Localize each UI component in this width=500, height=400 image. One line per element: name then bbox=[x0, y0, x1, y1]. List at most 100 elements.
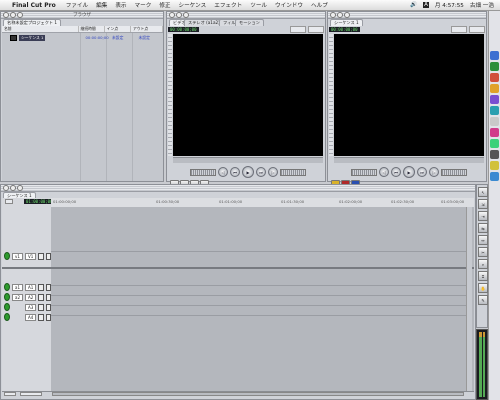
viewer-titlebar[interactable] bbox=[167, 12, 325, 19]
dock-app-icon[interactable] bbox=[490, 172, 499, 181]
zoom-icon[interactable] bbox=[17, 12, 23, 18]
browser-list[interactable]: シーケンス 1 00:00:00;00 未設定 未設定 bbox=[2, 33, 163, 181]
viewer-scrubber[interactable] bbox=[173, 157, 323, 163]
timeline-horizontal-scrollbar[interactable] bbox=[52, 392, 464, 396]
play-around-icon[interactable]: ▷ bbox=[429, 167, 439, 177]
dock-app-icon[interactable] bbox=[490, 150, 499, 159]
crop-tool-icon[interactable]: ⌗ bbox=[478, 271, 488, 281]
canvas-scrubber[interactable] bbox=[334, 157, 484, 163]
track-source[interactable]: a2 bbox=[12, 293, 24, 301]
minimize-icon[interactable] bbox=[176, 12, 182, 18]
menu-file[interactable]: ファイル bbox=[66, 1, 88, 9]
track-dest[interactable]: V1 bbox=[24, 252, 37, 260]
dock-app-icon[interactable] bbox=[490, 95, 499, 104]
close-icon[interactable] bbox=[3, 12, 9, 18]
play-around-icon[interactable]: ▷ bbox=[268, 167, 278, 177]
rt-menu-button[interactable] bbox=[5, 199, 13, 204]
hand-tool-icon[interactable]: ✋ bbox=[478, 283, 488, 293]
lock-icon[interactable] bbox=[38, 313, 44, 321]
tab-canvas-sequence[interactable]: シーケンス 1 bbox=[330, 19, 363, 26]
close-icon[interactable] bbox=[330, 12, 336, 18]
canvas-titlebar[interactable] bbox=[328, 12, 486, 19]
minimize-icon[interactable] bbox=[10, 185, 16, 191]
viewer-timecode[interactable]: 00:00:00;00 bbox=[168, 27, 199, 32]
track-dest[interactable]: A3 bbox=[25, 303, 37, 311]
play-icon[interactable]: ▶ bbox=[242, 166, 254, 178]
timeline-timecode[interactable]: 01:00:00;00 bbox=[24, 199, 55, 204]
menu-modify[interactable]: 修正 bbox=[159, 1, 170, 9]
menu-view[interactable]: 表示 bbox=[115, 1, 126, 9]
track-visibility-icon[interactable] bbox=[4, 303, 11, 311]
user-name[interactable]: 古畑 一浩 bbox=[470, 1, 494, 9]
next-edit-icon[interactable]: ⏭ bbox=[417, 167, 427, 177]
sequence-name[interactable]: シーケンス 1 bbox=[19, 35, 46, 41]
razor-tool-icon[interactable]: ✂ bbox=[478, 247, 488, 257]
view-popup[interactable] bbox=[469, 26, 485, 33]
roll-tool-icon[interactable]: ⇆ bbox=[478, 223, 488, 233]
timeline-titlebar[interactable] bbox=[1, 185, 475, 192]
dock-app-icon[interactable] bbox=[490, 84, 499, 93]
track-divider[interactable] bbox=[2, 267, 474, 269]
edit-selection-tool-icon[interactable]: ⇲ bbox=[478, 199, 488, 209]
close-icon[interactable] bbox=[169, 12, 175, 18]
jog-control[interactable] bbox=[441, 168, 467, 176]
track-source[interactable]: a1 bbox=[12, 283, 24, 291]
shuttle-control[interactable] bbox=[190, 168, 216, 176]
tab-motion[interactable]: モーション bbox=[235, 19, 264, 26]
tab-project[interactable]: 名称未設定プロジェクト 1 bbox=[3, 19, 62, 26]
clock[interactable]: 月 4:57:55 bbox=[435, 1, 464, 9]
close-icon[interactable] bbox=[3, 185, 9, 191]
menu-help[interactable]: ヘルプ bbox=[311, 1, 328, 9]
zoom-icon[interactable] bbox=[183, 12, 189, 18]
canvas-video-area[interactable] bbox=[334, 34, 484, 156]
track-visibility-icon[interactable] bbox=[4, 293, 11, 301]
play-icon[interactable]: ▶ bbox=[403, 166, 415, 178]
column-out[interactable]: アウト点 bbox=[131, 26, 163, 32]
dock-app-icon[interactable] bbox=[490, 51, 499, 60]
input-menu-icon[interactable]: A bbox=[423, 2, 429, 8]
viewer-video-area[interactable] bbox=[173, 34, 323, 156]
dock-app-icon[interactable] bbox=[490, 62, 499, 71]
dock-app-icon[interactable] bbox=[490, 161, 499, 170]
menu-tools[interactable]: ツール bbox=[250, 1, 267, 9]
menu-window[interactable]: ウインドウ bbox=[275, 1, 303, 9]
tab-stereo[interactable]: ステレオ (a1a2) bbox=[184, 19, 224, 26]
dock-app-icon[interactable] bbox=[490, 128, 499, 137]
view-popup[interactable] bbox=[308, 26, 324, 33]
dock-app-icon[interactable] bbox=[490, 139, 499, 148]
prev-edit-icon[interactable]: ⏮ bbox=[230, 167, 240, 177]
menu-sequence[interactable]: シーケンス bbox=[179, 1, 207, 9]
minimize-icon[interactable] bbox=[10, 12, 16, 18]
canvas-timecode[interactable]: 00:00:00;00 bbox=[329, 27, 360, 32]
minimize-icon[interactable] bbox=[337, 12, 343, 18]
dock-app-icon[interactable] bbox=[490, 106, 499, 115]
jog-control[interactable] bbox=[280, 168, 306, 176]
track-source[interactable]: v1 bbox=[12, 252, 23, 260]
zoom-icon[interactable] bbox=[17, 185, 23, 191]
pen-tool-icon[interactable]: ✎ bbox=[478, 295, 488, 305]
lock-icon[interactable] bbox=[38, 283, 44, 291]
dock-app-icon[interactable] bbox=[490, 117, 499, 126]
track-dest[interactable]: A4 bbox=[25, 313, 37, 321]
selection-tool-icon[interactable]: ↖ bbox=[478, 187, 488, 197]
lock-icon[interactable] bbox=[38, 303, 44, 311]
slip-tool-icon[interactable]: ↔ bbox=[478, 235, 488, 245]
zoom-icon[interactable] bbox=[344, 12, 350, 18]
zoom-popup[interactable] bbox=[290, 26, 306, 33]
lock-icon[interactable] bbox=[38, 293, 44, 301]
column-in[interactable]: イン点 bbox=[105, 26, 131, 32]
zoom-popup[interactable] bbox=[451, 26, 467, 33]
clip-overlays-button[interactable] bbox=[4, 392, 16, 396]
app-menu[interactable]: Final Cut Pro bbox=[12, 2, 56, 9]
dock-app-icon[interactable] bbox=[490, 73, 499, 82]
zoom-tool-icon[interactable]: ⌕ bbox=[478, 259, 488, 269]
track-dest[interactable]: A1 bbox=[25, 283, 37, 291]
menu-mark[interactable]: マーク bbox=[135, 1, 152, 9]
track-select-tool-icon[interactable]: ⇥ bbox=[478, 211, 488, 221]
track-dest[interactable]: A2 bbox=[25, 293, 37, 301]
menu-effects[interactable]: エフェクト bbox=[214, 1, 242, 9]
play-in-out-icon[interactable]: ◁ bbox=[379, 167, 389, 177]
column-duration[interactable]: 継続時間 bbox=[79, 26, 105, 32]
shuttle-control[interactable] bbox=[351, 168, 377, 176]
list-item[interactable]: シーケンス 1 00:00:00;00 未設定 未設定 bbox=[2, 35, 163, 41]
